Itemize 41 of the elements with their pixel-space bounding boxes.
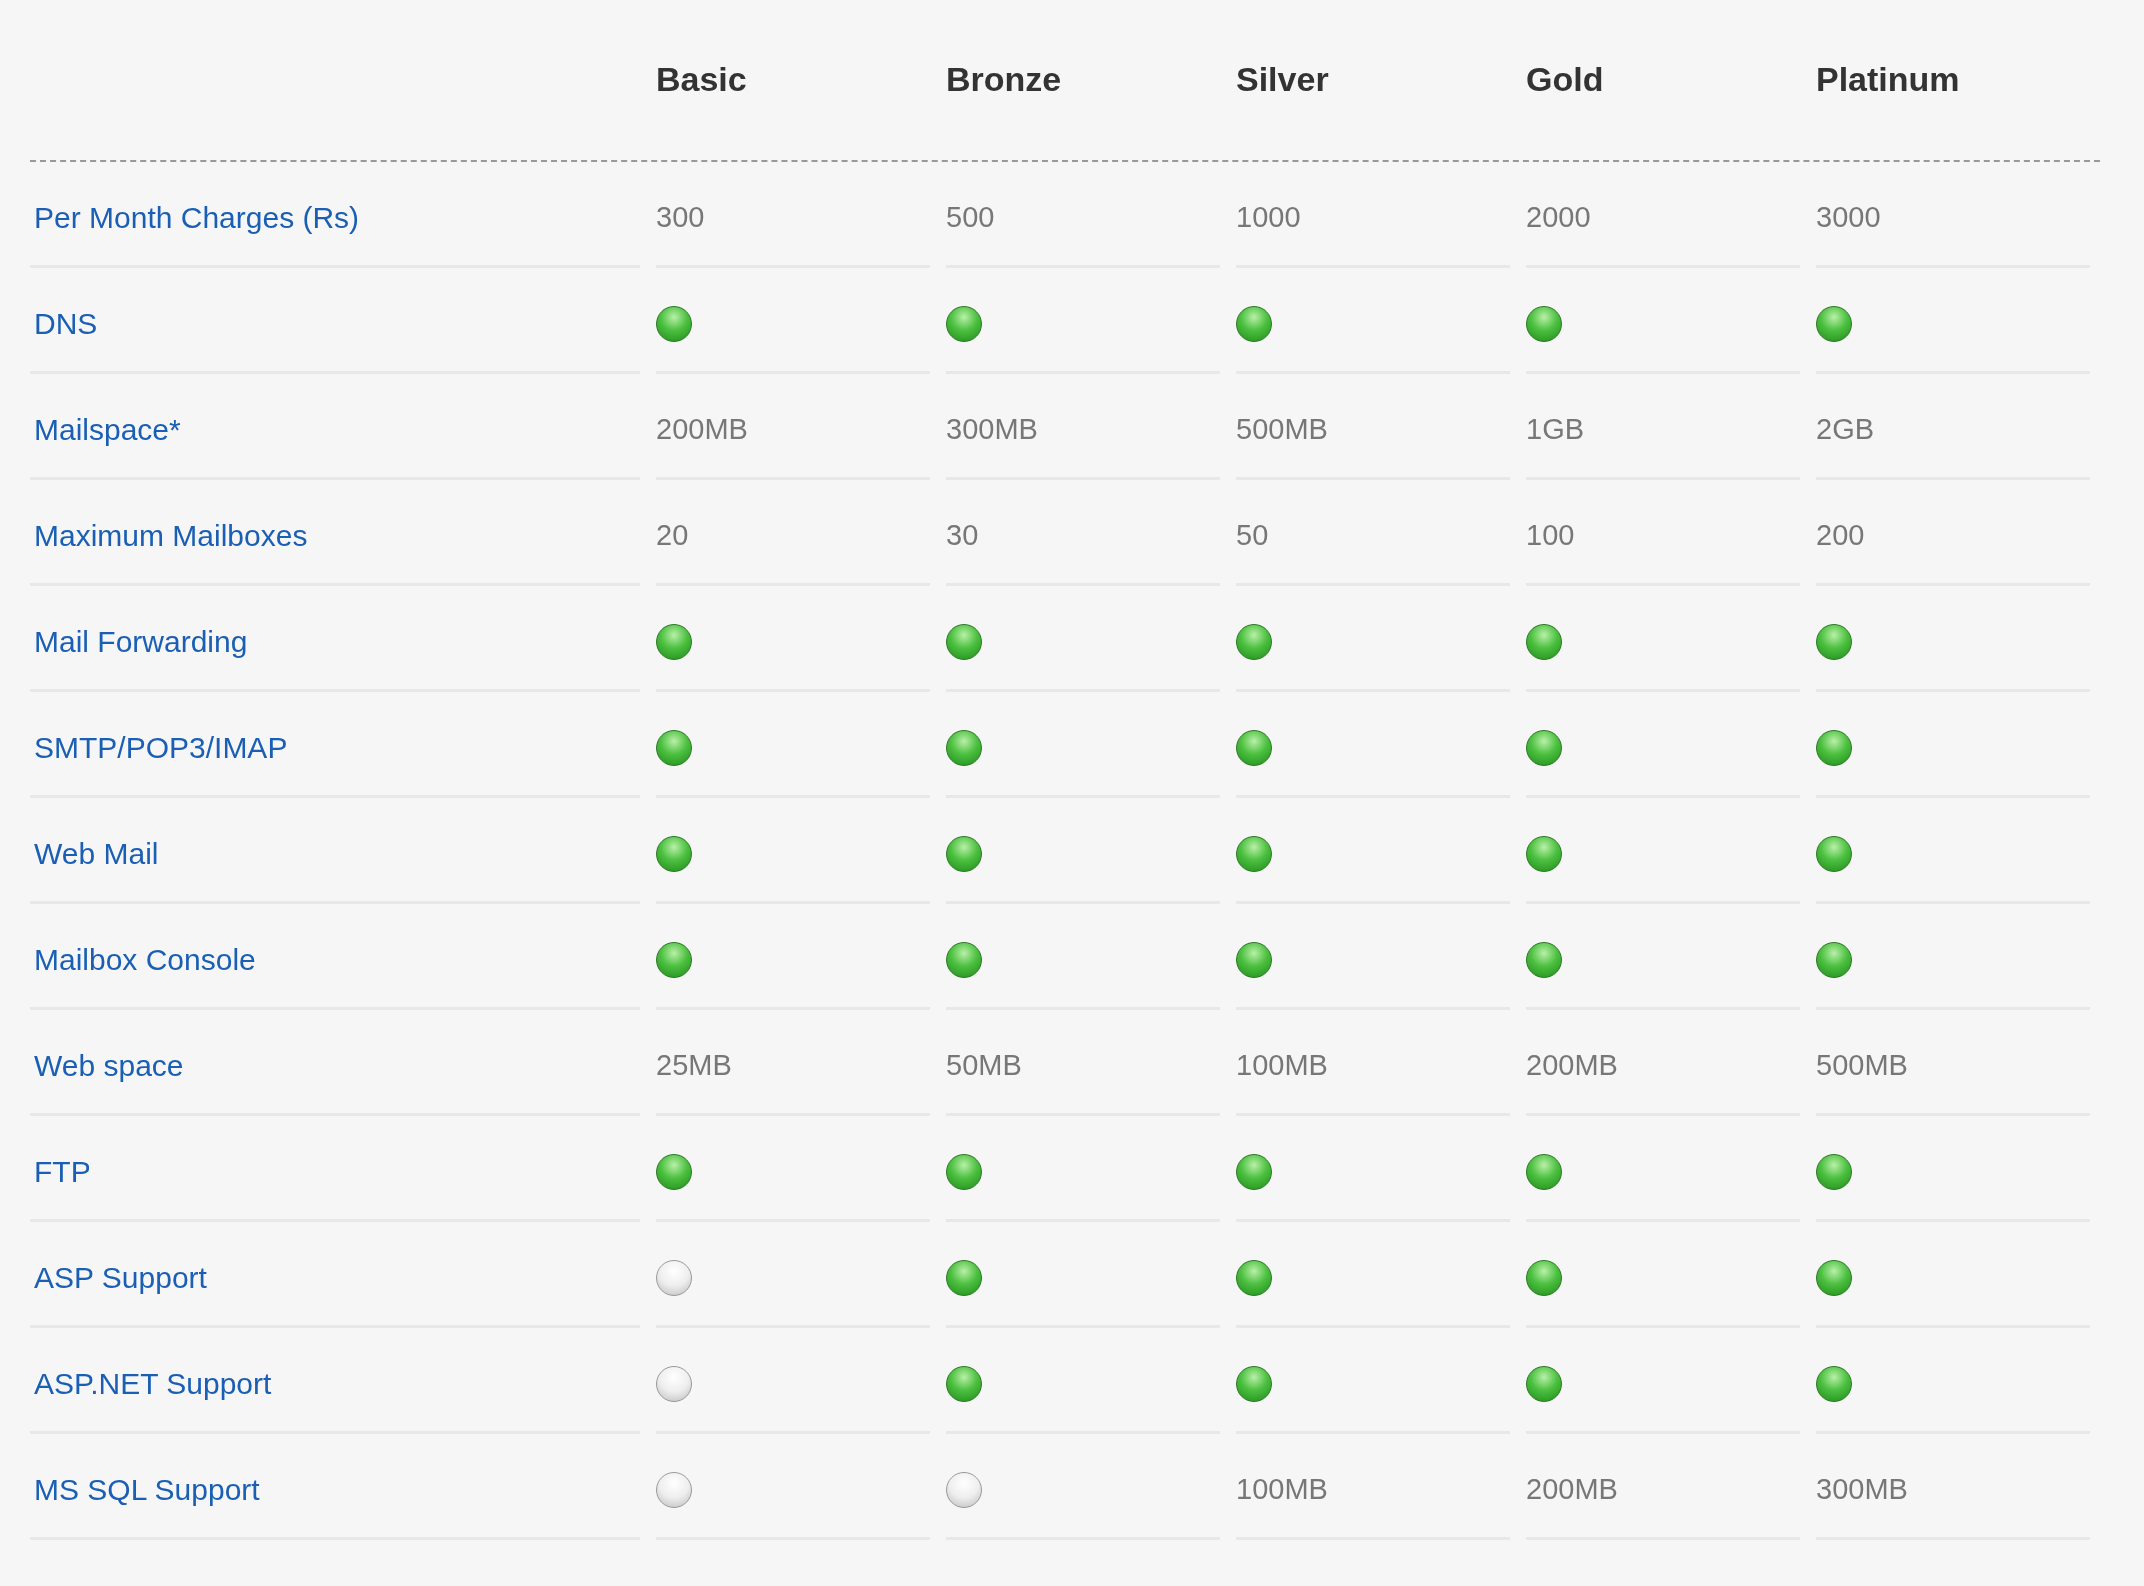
- feature-label: Mailbox Console: [34, 942, 256, 977]
- plan-name: Platinum: [1816, 59, 1960, 98]
- feature-label: Web space: [34, 1048, 184, 1083]
- plan-value: 1000: [1236, 201, 1301, 234]
- plan-value: 50: [1236, 519, 1269, 552]
- feature-label: Mail Forwarding: [34, 624, 248, 659]
- plan-value: 300: [656, 201, 705, 234]
- plan-value: 3000: [1816, 201, 1881, 234]
- feature-label: DNS: [34, 306, 98, 341]
- plan-value: 20: [656, 519, 689, 552]
- feature-label: FTP: [34, 1154, 91, 1189]
- plan-name: Bronze: [946, 59, 1062, 98]
- plan-value: 200MB: [1526, 1049, 1618, 1082]
- plan-value: 30: [946, 519, 979, 552]
- plan-value: 2GB: [1816, 413, 1875, 446]
- plan-name: Basic: [656, 59, 747, 98]
- plan-value: 500: [946, 201, 995, 234]
- feature-label: Maximum Mailboxes: [34, 518, 308, 553]
- plan-value: 25MB: [656, 1049, 732, 1082]
- plan-value: 2000: [1526, 201, 1591, 234]
- feature-label: ASP Support: [34, 1260, 207, 1295]
- feature-label: Web Mail: [34, 836, 159, 871]
- plan-value: 1GB: [1526, 413, 1585, 446]
- plan-value: 200MB: [1526, 1473, 1618, 1506]
- plan-value: 100MB: [1236, 1049, 1328, 1082]
- feature-label: Per Month Charges (Rs): [34, 200, 360, 235]
- plan-value: 500MB: [1816, 1049, 1908, 1082]
- plan-name: Silver: [1236, 59, 1329, 98]
- plan-name: Gold: [1526, 59, 1604, 98]
- plan-value: 300MB: [1816, 1473, 1908, 1506]
- plan-value: 200MB: [656, 413, 748, 446]
- feature-label: SMTP/POP3/IMAP: [34, 730, 288, 765]
- plan-value: 300MB: [946, 413, 1038, 446]
- plan-value: 200: [1816, 519, 1865, 552]
- feature-label: MS SQL Support: [34, 1472, 260, 1507]
- plan-value: 100MB: [1236, 1473, 1328, 1506]
- plan-value: 100: [1526, 519, 1575, 552]
- feature-label: ASP.NET Support: [34, 1366, 272, 1401]
- feature-label: Mailspace*: [34, 412, 181, 447]
- plan-value: 50MB: [946, 1049, 1022, 1082]
- plan-value: 500MB: [1236, 413, 1328, 446]
